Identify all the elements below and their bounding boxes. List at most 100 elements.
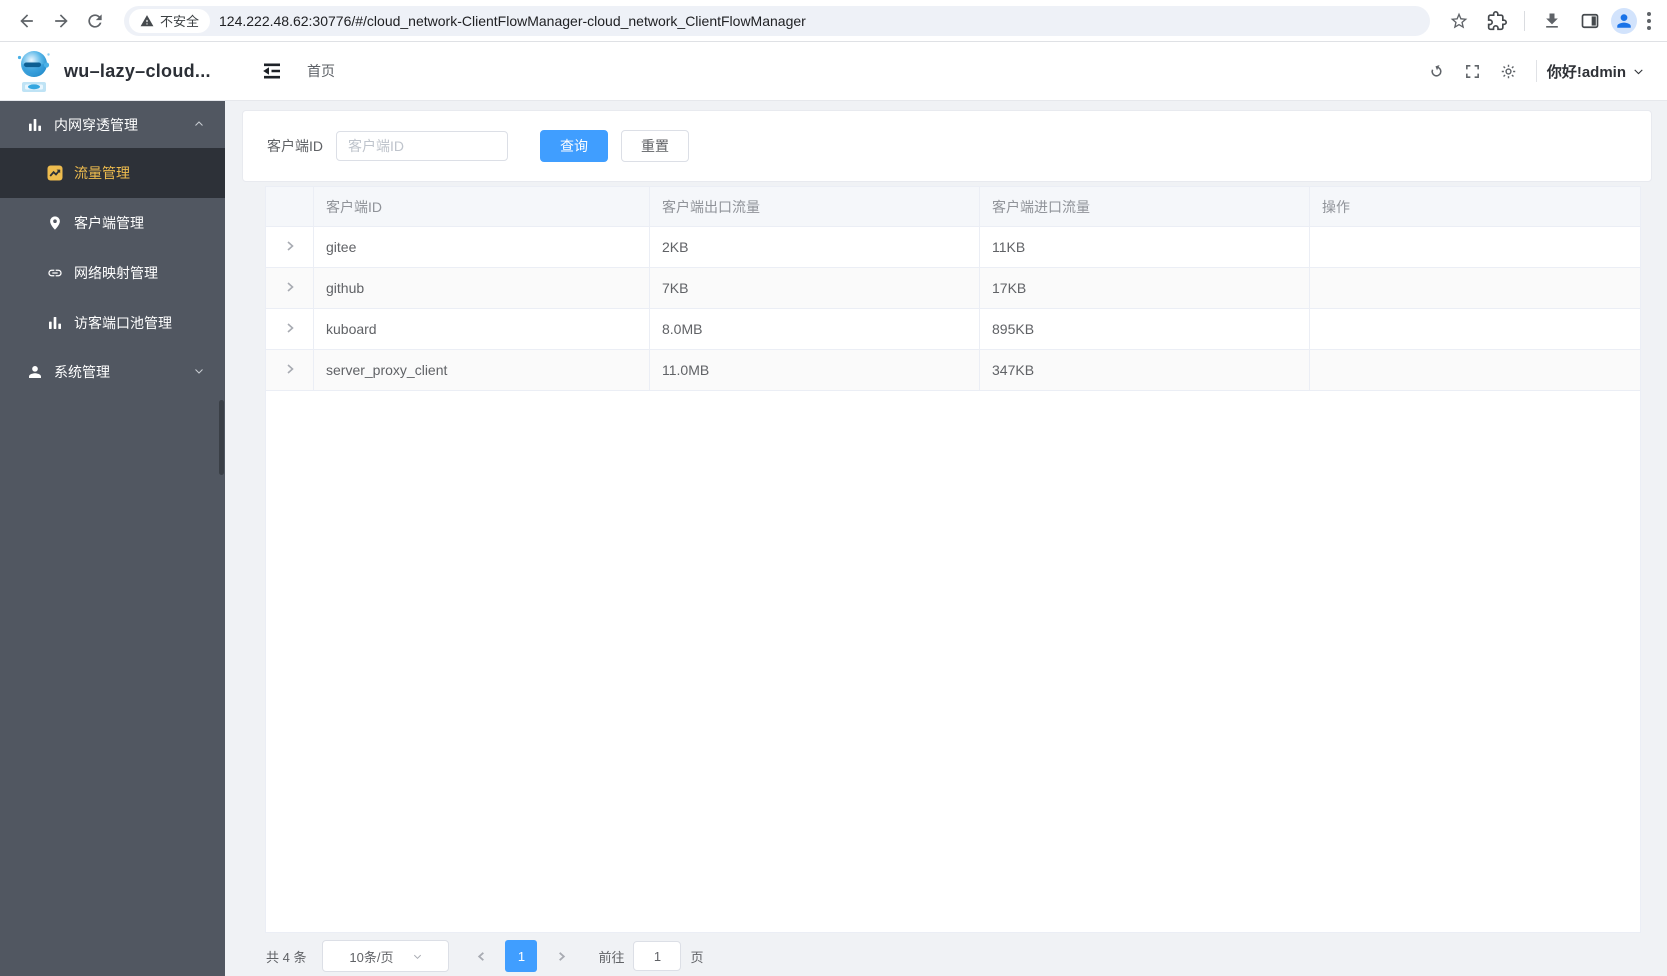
- next-page-button[interactable]: [545, 940, 578, 972]
- browser-back-button[interactable]: [10, 4, 44, 38]
- page-size-value: 10条/页: [349, 949, 394, 965]
- address-bar[interactable]: 不安全 124.222.48.62:30776/#/cloud_network-…: [124, 5, 1430, 36]
- browser-actions: [1442, 4, 1657, 38]
- sidebar-item-portpool[interactable]: 访客端口池管理: [0, 298, 225, 348]
- sidebar-item-label: 客户端管理: [74, 215, 144, 231]
- reset-button[interactable]: 重置: [621, 130, 689, 162]
- cell-out-flow: 2KB: [650, 227, 980, 267]
- page-number-button[interactable]: 1: [505, 940, 538, 972]
- app-header: wu–lazy–cloud... 首页 你好!admin: [0, 42, 1667, 101]
- sidebar-scrollbar-thumb[interactable]: [219, 400, 224, 475]
- pagination: 共 4 条 10条/页 1 前往 页: [266, 940, 704, 972]
- histogram-icon: [46, 315, 63, 332]
- prev-page-button[interactable]: [465, 940, 498, 972]
- star-icon: [1450, 12, 1468, 28]
- table-row: gitee 2KB 11KB: [266, 227, 1640, 268]
- fullscreen-icon: [1466, 64, 1480, 78]
- trend-chart-icon: [46, 165, 63, 182]
- security-chip[interactable]: 不安全: [129, 8, 211, 33]
- app-logo: [17, 51, 50, 92]
- sidebar-item-mapping[interactable]: 网络映射管理: [0, 248, 225, 298]
- chevron-down-icon: [413, 954, 421, 959]
- downloads-button[interactable]: [1535, 4, 1569, 38]
- chevron-down-icon: [193, 364, 205, 380]
- sidebar-group-label: 内网穿透管理: [54, 116, 138, 133]
- url-text: 124.222.48.62:30776/#/cloud_network-Clie…: [219, 12, 806, 29]
- browser-menu-button[interactable]: [1641, 6, 1657, 36]
- client-id-input[interactable]: [336, 131, 508, 161]
- goto-label: 前往: [598, 949, 625, 965]
- location-pin-icon: [46, 215, 63, 232]
- sidebar-item-label: 网络映射管理: [74, 265, 158, 281]
- download-icon: [1546, 13, 1558, 28]
- sidebar-group-system[interactable]: 系统管理: [0, 348, 225, 395]
- row-expand-icon[interactable]: [284, 321, 296, 337]
- expand-column-header: [266, 187, 314, 226]
- sidebar-item-label: 访客端口池管理: [74, 315, 172, 331]
- user-icon: [26, 363, 43, 380]
- browser-toolbar: 不安全 124.222.48.62:30776/#/cloud_network-…: [0, 0, 1667, 42]
- page-refresh-button[interactable]: [1422, 56, 1452, 86]
- side-panel-icon: [1581, 13, 1599, 28]
- forward-arrow-icon: [55, 13, 68, 28]
- page-unit-label: 页: [690, 949, 704, 965]
- chevron-right-icon: [559, 951, 566, 961]
- table-row: github 7KB 17KB: [266, 268, 1640, 309]
- cell-actions: [1310, 309, 1640, 349]
- main-content: 客户端ID 查询 重置 客户端ID 客户端出口流量 客户端进口流量 操作 git…: [225, 101, 1667, 976]
- fold-menu-icon: [263, 63, 280, 79]
- cell-out-flow: 7KB: [650, 268, 980, 308]
- fullscreen-button[interactable]: [1458, 56, 1488, 86]
- sidebar-item-clients[interactable]: 客户端管理: [0, 198, 225, 248]
- cell-client-id: gitee: [314, 227, 650, 267]
- chevron-up-icon: [193, 117, 205, 133]
- chevron-left-icon: [477, 951, 484, 961]
- header-divider: [1535, 60, 1537, 82]
- search-button[interactable]: 查询: [540, 130, 608, 162]
- sidebar-item-label: 流量管理: [74, 165, 130, 181]
- filter-label: 客户端ID: [267, 138, 323, 154]
- breadcrumb[interactable]: 首页: [307, 61, 335, 81]
- greeting-text: 你好!admin: [1546, 63, 1626, 81]
- column-header-actions: 操作: [1322, 198, 1350, 215]
- cell-actions: [1310, 227, 1640, 267]
- refresh-icon: [88, 13, 102, 28]
- back-arrow-icon: [20, 13, 33, 28]
- table-row: server_proxy_client 11.0MB 347KB: [266, 350, 1640, 391]
- side-panel-button[interactable]: [1573, 4, 1607, 38]
- user-menu[interactable]: 你好!admin: [1547, 61, 1645, 82]
- cell-in-flow: 17KB: [980, 268, 1310, 308]
- bookmark-button[interactable]: [1442, 4, 1476, 38]
- cell-in-flow: 347KB: [980, 350, 1310, 390]
- sidebar-collapse-button[interactable]: [257, 56, 287, 86]
- column-header-in-flow: 客户端进口流量: [980, 187, 1310, 226]
- toolbar-divider: [1524, 10, 1525, 31]
- browser-forward-button[interactable]: [44, 4, 78, 38]
- column-header-out-flow: 客户端出口流量: [650, 187, 980, 226]
- sidebar-group-label: 系统管理: [54, 363, 110, 380]
- sidebar-group-intranet[interactable]: 内网穿透管理: [0, 101, 225, 148]
- column-header-client-id: 客户端ID: [314, 187, 650, 226]
- row-expand-icon[interactable]: [284, 280, 296, 296]
- browser-profile-button[interactable]: [1611, 7, 1637, 34]
- cell-client-id: server_proxy_client: [314, 350, 650, 390]
- browser-refresh-button[interactable]: [78, 4, 112, 38]
- cell-actions: [1310, 350, 1640, 390]
- app-title: wu–lazy–cloud...: [64, 60, 211, 81]
- pagination-total: 共 4 条: [266, 949, 307, 965]
- histogram-icon: [26, 116, 43, 133]
- sun-icon: [1502, 64, 1516, 78]
- warning-triangle-icon: [140, 14, 154, 26]
- cell-in-flow: 11KB: [980, 227, 1310, 267]
- row-expand-icon[interactable]: [284, 362, 296, 378]
- security-label: 不安全: [160, 14, 200, 29]
- extensions-button[interactable]: [1480, 4, 1514, 38]
- goto-page-input[interactable]: [633, 941, 682, 971]
- table-header-row: 客户端ID 客户端出口流量 客户端进口流量 操作: [266, 187, 1640, 227]
- profile-avatar-icon: [1617, 13, 1631, 28]
- sidebar-item-traffic[interactable]: 流量管理: [0, 148, 225, 198]
- theme-button[interactable]: [1494, 56, 1524, 86]
- puzzle-icon: [1487, 10, 1507, 30]
- row-expand-icon[interactable]: [284, 239, 296, 255]
- page-size-select[interactable]: 10条/页: [322, 940, 450, 972]
